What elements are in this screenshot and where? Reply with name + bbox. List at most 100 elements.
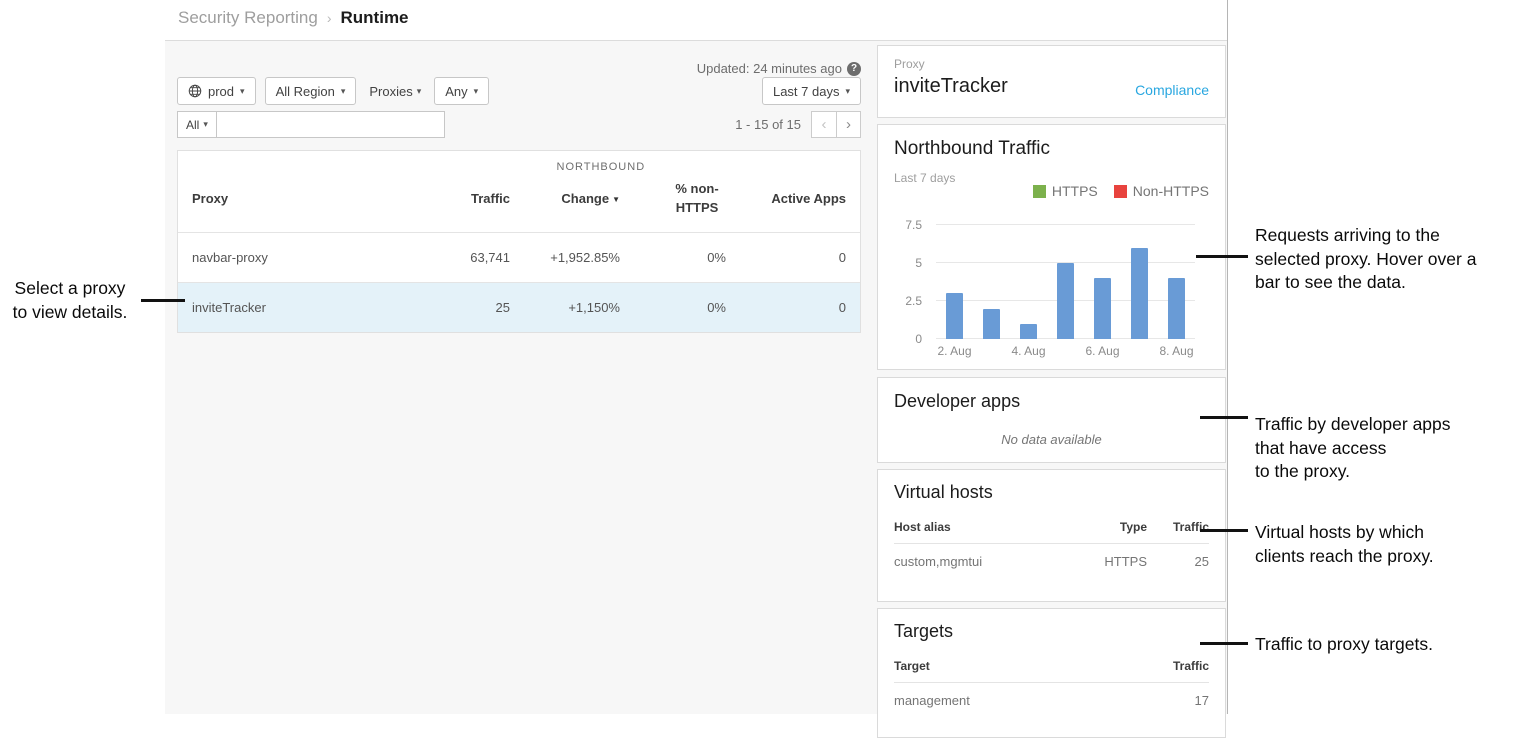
search-scope-label: All [186,118,199,132]
time-range-label: Last 7 days [773,84,840,99]
cell-proxy-name: inviteTracker [192,300,410,315]
environment-dropdown[interactable]: prod ▾ [177,77,256,105]
callout-line [141,299,185,302]
proxies-dropdown[interactable]: Proxies ▾ [369,84,421,99]
cell-type: HTTPS [1057,554,1147,569]
cell-traffic: 17 [1147,693,1209,708]
proxy-table: NORTHBOUND Proxy Traffic Change▼ % non-H… [177,150,861,333]
column-header-proxy[interactable]: Proxy [192,191,410,206]
targets-header-row: Target Traffic [894,659,1209,683]
cell-traffic: 25 [1147,554,1209,569]
northbound-traffic-card: Northbound Traffic Last 7 days HTTPS Non… [877,124,1226,370]
chart-bar-slot [1121,225,1158,339]
breadcrumb-separator-icon: › [327,10,332,26]
chevron-down-icon: ▾ [240,87,245,96]
annotation-chart: Requests arriving to the selected proxy.… [1255,224,1516,295]
y-axis-tick-label: 0 [915,332,922,346]
column-header-active-apps[interactable]: Active Apps [726,191,846,206]
updated-text: Updated: 24 minutes ago [697,61,842,76]
x-axis-tick-label: 2. Aug [936,344,973,358]
x-axis-tick-label [1121,344,1158,358]
region-dropdown[interactable]: All Region ▾ [265,77,357,105]
chart-bar[interactable] [1020,324,1037,339]
x-axis-tick-label: 8. Aug [1158,344,1195,358]
callout-line [1196,255,1248,258]
updated-status: Updated: 24 minutes ago ? [697,61,861,76]
annotation-virtual-hosts: Virtual hosts by which clients reach the… [1255,521,1516,568]
chart-bar-slot [1047,225,1084,339]
search-scope-dropdown[interactable]: All ▾ [177,111,217,138]
legend-label: Non-HTTPS [1133,183,1209,199]
chevron-down-icon: ▾ [474,87,479,96]
chart-legend: HTTPS Non-HTTPS [1033,183,1209,199]
cell-traffic: 25 [410,300,510,315]
pagination-range: 1 - 15 of 15 [735,117,801,132]
region-label: All Region [276,84,335,99]
pagination: 1 - 15 of 15 ‹ › [735,111,861,138]
cell-proxy-name: navbar-proxy [192,250,410,265]
chevron-down-icon: ▾ [417,87,422,96]
chart-bar-slot [973,225,1010,339]
x-axis-tick-label: 4. Aug [1010,344,1047,358]
virtual-hosts-header-row: Host alias Type Traffic [894,520,1209,544]
chart-x-axis: 2. Aug 4. Aug 6. Aug 8. Aug [936,344,1195,358]
legend-label: HTTPS [1052,183,1098,199]
chart-bar[interactable] [1131,248,1148,339]
y-axis-tick-label: 2.5 [905,294,922,308]
chart-bars [936,225,1195,339]
metric-label: Any [445,84,467,99]
cell-non-https: 0% [620,300,726,315]
chart-bar[interactable] [1094,278,1111,339]
sort-desc-icon: ▼ [612,195,620,204]
time-range-dropdown[interactable]: Last 7 days ▾ [762,77,861,105]
cell-target: management [894,693,1147,708]
non-https-swatch-icon [1114,185,1127,198]
compliance-link[interactable]: Compliance [1135,82,1209,98]
table-header-row: Proxy Traffic Change▼ % non-HTTPS Active… [178,178,860,232]
metric-dropdown[interactable]: Any ▾ [434,77,489,105]
proxy-detail-label: Proxy [894,57,1209,71]
cell-non-https: 0% [620,250,726,265]
filter-toolbar: prod ▾ All Region ▾ Proxies ▾ Any ▾ [177,77,489,105]
chart-bar[interactable] [946,293,963,339]
chart-title: Northbound Traffic [894,138,1209,160]
y-axis-tick-label: 7.5 [905,218,922,232]
proxy-detail-name: inviteTracker [894,75,1008,98]
chart-bar-slot [1010,225,1047,339]
help-icon[interactable]: ? [847,62,861,76]
virtual-host-row: custom,mgmtui HTTPS 25 [894,544,1209,569]
no-data-message: No data available [894,432,1209,447]
cell-change: +1,150% [510,300,620,315]
breadcrumb-parent[interactable]: Security Reporting [178,8,318,28]
cell-active-apps: 0 [726,300,846,315]
table-row[interactable]: inviteTracker 25 +1,150% 0% 0 [178,282,860,332]
cell-change: +1,952.85% [510,250,620,265]
targets-card: Targets Target Traffic management 17 [877,608,1226,738]
header-divider [165,40,1227,41]
northbound-group-header: NORTHBOUND [557,161,646,173]
environment-label: prod [208,84,234,99]
annotation-targets: Traffic to proxy targets. [1255,633,1516,657]
previous-page-button[interactable]: ‹ [811,111,836,138]
chart-bar-slot [1158,225,1195,339]
chart-y-axis: 02.557.5 [878,225,928,339]
y-axis-tick-label: 5 [915,256,922,270]
developer-apps-card: Developer apps No data available [877,377,1226,463]
virtual-hosts-card: Virtual hosts Host alias Type Traffic cu… [877,469,1226,602]
column-header-traffic[interactable]: Traffic [410,191,510,206]
search-input[interactable] [217,111,445,138]
cell-traffic: 63,741 [410,250,510,265]
target-row: management 17 [894,683,1209,708]
column-header-change[interactable]: Change▼ [510,191,620,206]
next-page-button[interactable]: › [836,111,861,138]
globe-icon [188,84,202,98]
x-axis-tick-label: 6. Aug [1084,344,1121,358]
chart-bar[interactable] [1168,278,1185,339]
table-row[interactable]: navbar-proxy 63,741 +1,952.85% 0% 0 [178,232,860,282]
column-header-non-https[interactable]: % non-HTTPS [620,180,726,218]
chart-bar[interactable] [983,309,1000,339]
https-swatch-icon [1033,185,1046,198]
column-header-type: Type [1057,520,1147,534]
column-header-target: Target [894,659,1147,673]
chart-bar[interactable] [1057,263,1074,339]
